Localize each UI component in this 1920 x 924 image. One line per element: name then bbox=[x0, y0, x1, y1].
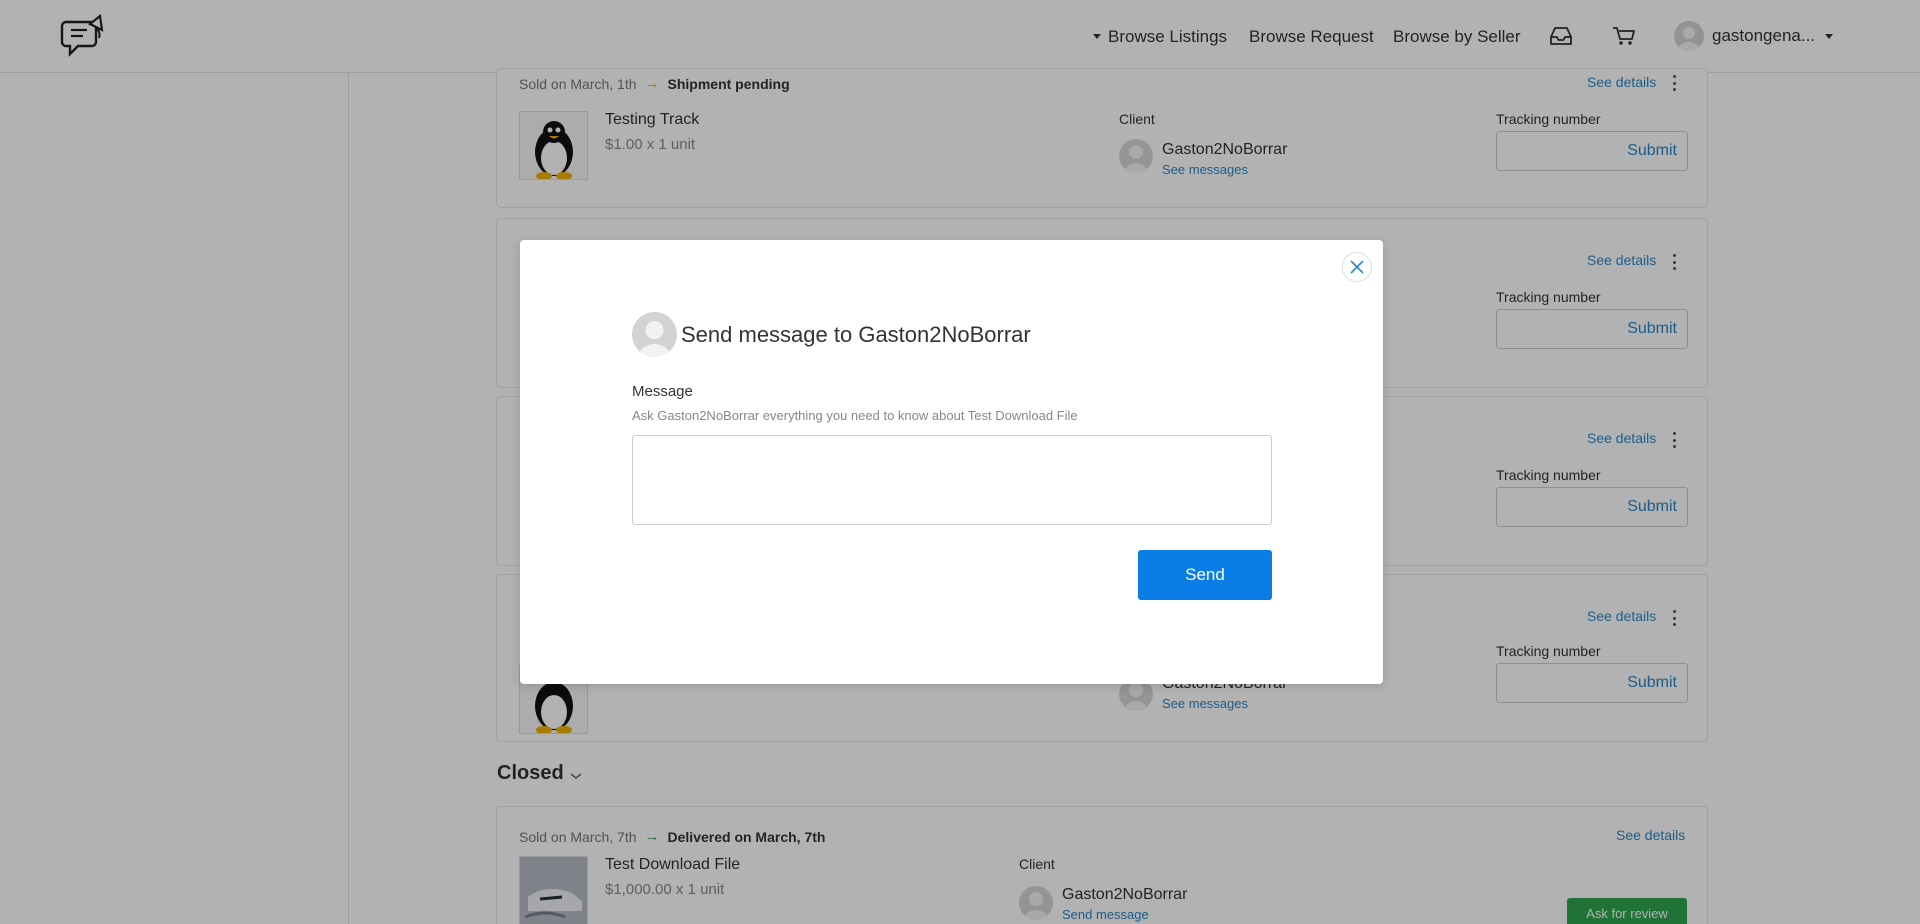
close-icon bbox=[1350, 260, 1364, 274]
recipient-avatar bbox=[632, 312, 677, 357]
send-message-modal: Send message to Gaston2NoBorrar Message … bbox=[520, 240, 1383, 684]
modal-title: Send message to Gaston2NoBorrar bbox=[681, 322, 1031, 347]
message-label: Message bbox=[632, 383, 693, 400]
close-modal-button[interactable] bbox=[1342, 252, 1372, 282]
send-button[interactable]: Send bbox=[1138, 550, 1272, 600]
message-hint: Ask Gaston2NoBorrar everything you need … bbox=[632, 408, 1078, 423]
message-textarea[interactable] bbox=[632, 435, 1272, 525]
